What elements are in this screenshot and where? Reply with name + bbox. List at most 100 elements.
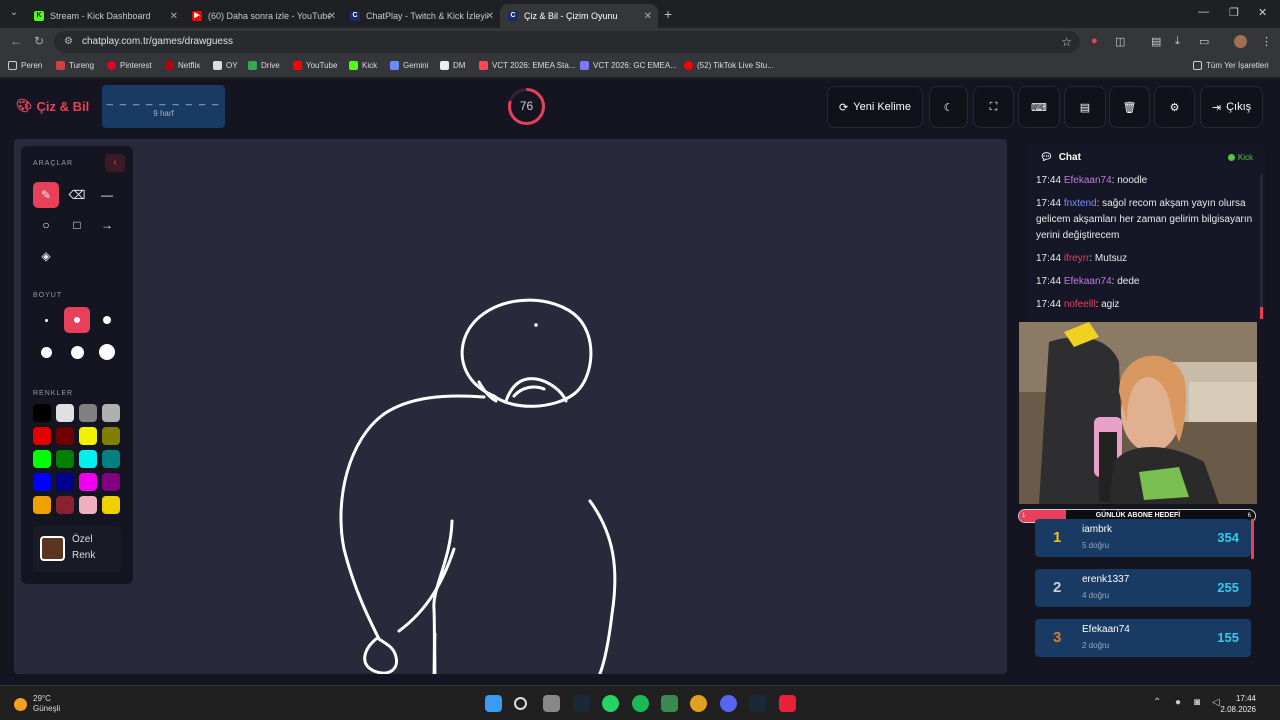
app-icon[interactable] bbox=[779, 695, 796, 712]
extension-icon[interactable]: ● bbox=[1091, 35, 1098, 47]
snipping-tool-icon[interactable] bbox=[543, 695, 560, 712]
spotify-icon[interactable] bbox=[632, 695, 649, 712]
custom-color-button[interactable]: Özel Renk bbox=[33, 526, 121, 572]
color-swatch[interactable] bbox=[33, 496, 51, 514]
color-swatch[interactable] bbox=[56, 450, 74, 468]
download-icon[interactable]: ⤓ bbox=[1175, 35, 1180, 48]
bookmark-item[interactable]: Pinterest bbox=[107, 61, 152, 70]
fullscreen-button[interactable]: ⛶ bbox=[973, 86, 1014, 128]
bookmark-item[interactable]: VCT 2026: EMEA Sta... bbox=[479, 61, 575, 70]
color-swatch[interactable] bbox=[79, 496, 97, 514]
all-bookmarks[interactable]: Tüm Yer İşaretleri bbox=[1193, 61, 1269, 70]
extensions-puzzle-icon[interactable]: ◫ bbox=[1115, 35, 1125, 48]
color-swatch[interactable] bbox=[102, 496, 120, 514]
close-icon[interactable]: ✕ bbox=[170, 11, 178, 22]
bookmark-item[interactable]: Gemini bbox=[390, 61, 428, 70]
color-swatch[interactable] bbox=[79, 404, 97, 422]
tab-ciz-bil[interactable]: C Çiz & Bil - Çizim Oyunu ✕ bbox=[500, 4, 658, 28]
new-tab-icon[interactable]: + bbox=[664, 6, 672, 22]
color-swatch[interactable] bbox=[79, 450, 97, 468]
bookmark-item[interactable]: OY bbox=[213, 61, 238, 70]
exit-button[interactable]: ⇥ Çıkış bbox=[1200, 86, 1263, 128]
rectangle-tool[interactable]: □ bbox=[64, 212, 90, 238]
site-info-icon[interactable]: ⚙ bbox=[64, 31, 73, 53]
bookmark-item[interactable]: (52) TikTok Live Stu... bbox=[684, 61, 774, 70]
settings-button[interactable]: ⚙ bbox=[1154, 86, 1195, 128]
circle-tool[interactable]: ○ bbox=[33, 212, 59, 238]
bookmark-star-icon[interactable]: ☆ bbox=[1061, 31, 1072, 53]
drawing-canvas[interactable]: ↶ ↷ 🗑︎ bbox=[14, 139, 1007, 715]
delete-button[interactable]: 🗑︎ bbox=[1109, 86, 1150, 128]
weather-widget[interactable]: 29°C Güneşli bbox=[14, 694, 60, 714]
search-icon[interactable] bbox=[514, 697, 527, 710]
chat-scrollbar[interactable] bbox=[1260, 174, 1263, 319]
message-user[interactable]: Efekaan74 bbox=[1064, 175, 1112, 186]
dark-mode-button[interactable]: ☾ bbox=[929, 86, 968, 128]
keyboard-button[interactable]: ⌨ bbox=[1018, 86, 1060, 128]
custom-color-swatch[interactable] bbox=[40, 536, 65, 561]
color-swatch[interactable] bbox=[33, 450, 51, 468]
new-word-button[interactable]: ⟳ Yeni Kelime bbox=[827, 86, 923, 128]
message-user[interactable]: ifreyrr bbox=[1064, 253, 1090, 264]
app-icon[interactable] bbox=[661, 695, 678, 712]
close-icon[interactable]: ✕ bbox=[644, 11, 652, 22]
steam-icon[interactable] bbox=[573, 695, 590, 712]
bookmark-item[interactable]: Drive bbox=[248, 61, 280, 70]
trash-icon[interactable]: ▤ bbox=[1151, 35, 1161, 48]
bookmark-item[interactable]: Peren bbox=[8, 61, 42, 70]
close-icon[interactable]: ✕ bbox=[486, 11, 494, 22]
clock[interactable]: 17:44 2.08.2026 bbox=[1220, 693, 1256, 715]
close-icon[interactable]: ✕ bbox=[328, 11, 336, 22]
minimize-icon[interactable]: — bbox=[1198, 6, 1209, 18]
profile-avatar[interactable] bbox=[1234, 35, 1247, 48]
color-swatch[interactable] bbox=[102, 450, 120, 468]
url-bar[interactable]: ⚙ chatplay.com.tr/games/drawguess ☆ bbox=[54, 31, 1080, 53]
size-option-1[interactable] bbox=[33, 307, 59, 333]
eraser-tool[interactable]: ⌫ bbox=[64, 182, 90, 208]
color-swatch[interactable] bbox=[79, 427, 97, 445]
size-option-2[interactable] bbox=[64, 307, 90, 333]
line-tool[interactable]: — bbox=[94, 182, 120, 208]
color-swatch[interactable] bbox=[56, 404, 74, 422]
message-user[interactable]: nofeelll bbox=[1064, 299, 1096, 310]
bookmark-item[interactable]: VCT 2026: GC EMEA... bbox=[580, 61, 677, 70]
arrow-tool[interactable]: → bbox=[94, 212, 120, 238]
color-swatch[interactable] bbox=[33, 404, 51, 422]
color-swatch[interactable] bbox=[102, 404, 120, 422]
archive-button[interactable]: ▤ bbox=[1064, 86, 1106, 128]
size-option-4[interactable] bbox=[33, 339, 59, 365]
bookmark-item[interactable]: Netflix bbox=[165, 61, 200, 70]
color-swatch[interactable] bbox=[102, 427, 120, 445]
tab-kick-dashboard[interactable]: K Stream - Kick Dashboard ✕ bbox=[26, 4, 184, 28]
back-icon[interactable]: ← bbox=[10, 34, 22, 48]
windows-start-icon[interactable] bbox=[485, 695, 502, 712]
reload-icon[interactable]: ↻ bbox=[34, 34, 44, 48]
message-user[interactable]: fnxtend bbox=[1064, 198, 1097, 209]
print-icon[interactable]: ▭ bbox=[1199, 35, 1209, 48]
size-option-6[interactable] bbox=[94, 339, 120, 365]
steam-icon[interactable] bbox=[749, 695, 766, 712]
menu-icon[interactable]: ⋮ bbox=[1261, 35, 1272, 48]
pen-tool[interactable]: ✎ bbox=[33, 182, 59, 208]
collapse-panel-button[interactable]: ‹ bbox=[105, 154, 125, 172]
color-swatch[interactable] bbox=[79, 473, 97, 491]
tab-youtube[interactable]: ▶ (60) Daha sonra izle - YouTube ✕ bbox=[184, 4, 342, 28]
tab-search-icon[interactable]: ⌄ bbox=[6, 5, 22, 21]
color-swatch[interactable] bbox=[102, 473, 120, 491]
color-swatch[interactable] bbox=[56, 427, 74, 445]
tray-chevron-icon[interactable]: ⌃ bbox=[1153, 697, 1161, 708]
color-swatch[interactable] bbox=[56, 473, 74, 491]
fill-tool[interactable]: ◈ bbox=[33, 243, 59, 269]
size-option-5[interactable] bbox=[64, 339, 90, 365]
message-user[interactable]: Efekaan74 bbox=[1064, 276, 1112, 287]
restore-icon[interactable]: ❐ bbox=[1229, 6, 1239, 19]
chrome-icon[interactable] bbox=[690, 695, 707, 712]
microphone-icon[interactable]: ● bbox=[1175, 697, 1181, 708]
volume-icon[interactable]: ◁ bbox=[1212, 697, 1220, 708]
discord-icon[interactable] bbox=[720, 695, 737, 712]
bookmark-item[interactable]: YouTube bbox=[293, 61, 337, 70]
color-swatch[interactable] bbox=[56, 496, 74, 514]
bookmark-item[interactable]: DM bbox=[440, 61, 465, 70]
leaderboard-scroll-thumb[interactable] bbox=[1251, 519, 1254, 559]
bookmark-item[interactable]: Kick bbox=[349, 61, 377, 70]
